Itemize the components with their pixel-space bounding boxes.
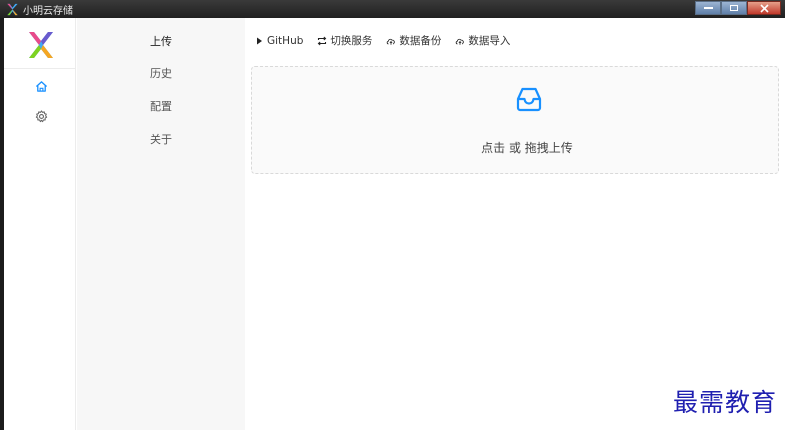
menu-item-label: 历史 [150,67,172,80]
menu-item-history[interactable]: 历史 [77,58,245,88]
backup-label: 数据备份 [399,35,442,47]
close-button[interactable] [747,1,781,15]
rail-settings[interactable] [33,108,49,124]
upload-hint: 点击 或 拖拽上传 [481,141,573,155]
menu-item-settings[interactable]: 配置 [77,91,245,121]
menu-item-about[interactable]: 关于 [77,124,245,154]
inbox-icon [516,87,542,112]
caret-right-icon [257,37,262,44]
app-logo-icon [7,3,18,15]
window-controls [695,1,781,15]
menu-item-upload[interactable]: 上传 [77,26,245,56]
close-icon [759,3,769,13]
menu-item-label: 配置 [150,100,172,113]
github-label: GitHub [267,34,304,47]
minimize-icon [703,7,713,9]
upload-dropzone[interactable]: 点击 或 拖拽上传 [251,66,779,174]
rail-home[interactable] [33,78,49,94]
icon-rail [4,18,76,430]
menu-item-label: 关于 [150,133,172,146]
switch-service-button[interactable]: 切换服务 [317,33,372,48]
maximize-icon [730,5,738,11]
gear-icon [35,109,47,122]
watermark-text: 最需教育 [672,388,777,417]
side-menu: 上传 历史 配置 关于 [77,18,245,430]
app-window: 小明云存储 上传 历史 配置 关于 GitHub 切换服务 数据备份 数据导入 … [0,0,785,430]
cloud-upload-icon [456,38,465,45]
toolbar: GitHub 切换服务 数据备份 数据导入 [254,33,510,48]
minimize-button[interactable] [695,1,721,15]
home-icon [35,80,47,92]
menu-item-label: 上传 [150,35,172,48]
backup-button[interactable]: 数据备份 [386,33,441,48]
maximize-button[interactable] [721,1,747,15]
github-link[interactable]: GitHub [254,35,303,47]
title-bar[interactable]: 小明云存储 [0,0,785,18]
switch-service-label: 切换服务 [330,35,373,47]
rail-divider [4,68,75,69]
swap-icon [318,36,327,45]
import-button[interactable]: 数据导入 [455,33,510,48]
import-label: 数据导入 [468,35,511,47]
window-title: 小明云存储 [23,5,73,17]
cloud-upload-icon [387,38,396,45]
app-logo-icon [29,32,53,58]
